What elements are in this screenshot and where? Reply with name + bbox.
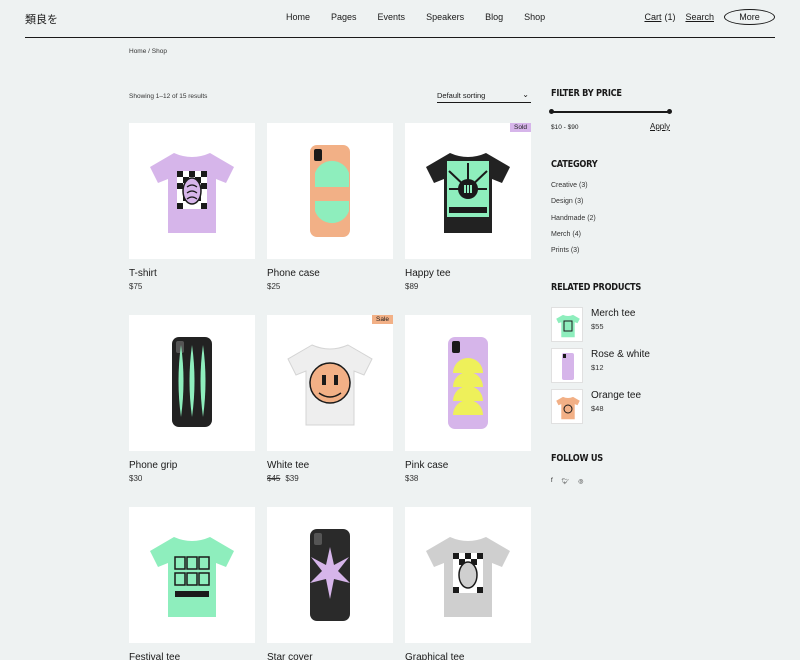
product-price: $89 — [405, 282, 419, 291]
product-name[interactable]: Festival tee — [129, 652, 255, 660]
site-logo[interactable]: 類良を — [25, 11, 58, 27]
product-image[interactable] — [129, 315, 255, 451]
category-item[interactable]: Handmade (2) — [551, 215, 596, 231]
lavender-tshirt-image — [150, 153, 234, 233]
nav-shop[interactable]: Shop — [524, 12, 545, 22]
related-product[interactable]: Merch tee $55 — [551, 307, 635, 342]
breadcrumb[interactable]: Home / Shop — [129, 48, 167, 55]
product-image[interactable] — [405, 507, 531, 643]
chevron-down-icon: ⌄ — [522, 90, 529, 99]
related-name[interactable]: Orange tee — [591, 390, 641, 401]
header-actions: Cart (1) Search More — [644, 9, 775, 25]
cart-count: (1) — [664, 12, 676, 22]
related-product[interactable]: Rose & white $12 — [551, 348, 650, 383]
product-image[interactable] — [405, 315, 531, 451]
product-image[interactable] — [267, 123, 393, 259]
sale-badge: Sale — [371, 315, 393, 324]
social-links: f 🐦︎ ◎ — [551, 478, 593, 485]
product-name[interactable]: Happy tee — [405, 268, 531, 279]
product-price: $45 $39 — [267, 474, 299, 483]
related-price: $55 — [591, 322, 604, 331]
product-image[interactable]: Sale — [267, 315, 393, 451]
more-button[interactable]: More — [724, 9, 775, 25]
main-nav: Home Pages Events Speakers Blog Shop — [286, 12, 545, 22]
facebook-icon[interactable]: f — [551, 478, 553, 485]
price-slider[interactable] — [549, 109, 672, 114]
product-card[interactable]: Graphical tee — [405, 507, 531, 660]
related-price: $48 — [591, 404, 604, 413]
related-price: $12 — [591, 363, 604, 372]
product-name[interactable]: Graphical tee — [405, 652, 531, 660]
product-name[interactable]: Phone case — [267, 268, 393, 279]
product-price: $38 — [405, 474, 419, 483]
related-thumb[interactable] — [551, 389, 583, 424]
price-slider-max-handle[interactable] — [667, 109, 672, 114]
product-name[interactable]: White tee — [267, 460, 393, 471]
twitter-icon[interactable]: 🐦︎ — [562, 478, 570, 485]
nav-blog[interactable]: Blog — [485, 12, 503, 22]
follow-us-heading: FOLLOW US — [551, 453, 603, 464]
product-card[interactable]: Phone grip $30 — [129, 315, 255, 483]
product-name[interactable]: Pink case — [405, 460, 531, 471]
product-price: $25 — [267, 282, 281, 291]
product-name[interactable]: Star cover — [267, 652, 393, 660]
star-cover-image — [310, 529, 350, 621]
peach-phone-case-image — [310, 145, 350, 237]
black-tee-image — [426, 153, 510, 233]
nav-speakers[interactable]: Speakers — [426, 12, 464, 22]
price-slider-min-handle[interactable] — [549, 109, 554, 114]
nav-events[interactable]: Events — [378, 12, 406, 22]
category-item[interactable]: Design (3) — [551, 198, 596, 214]
apply-button[interactable]: Apply — [650, 122, 670, 131]
product-card[interactable]: Sale White tee $45 $39 — [267, 315, 393, 483]
product-card[interactable]: Pink case $38 — [405, 315, 531, 483]
sold-badge: Sold — [509, 123, 531, 132]
product-card[interactable]: T-shirt $75 — [129, 123, 255, 291]
related-name[interactable]: Rose & white — [591, 349, 650, 360]
product-image[interactable]: Sold — [405, 123, 531, 259]
nav-home[interactable]: Home — [286, 12, 310, 22]
phone-grip-image — [172, 337, 212, 427]
related-product[interactable]: Orange tee $48 — [551, 389, 641, 424]
category-heading: CATEGORY — [551, 159, 598, 170]
product-image[interactable] — [267, 507, 393, 643]
instagram-icon[interactable]: ◎ — [578, 478, 583, 485]
related-thumb[interactable] — [551, 307, 583, 342]
related-name[interactable]: Merch tee — [591, 308, 635, 319]
results-count: Showing 1–12 of 15 results — [129, 93, 208, 100]
product-card[interactable]: Festival tee — [129, 507, 255, 660]
mint-tee-image — [150, 537, 234, 617]
white-tee-image — [287, 344, 373, 426]
old-price: $45 — [267, 474, 281, 483]
product-image[interactable] — [129, 507, 255, 643]
nav-pages[interactable]: Pages — [331, 12, 357, 22]
category-item[interactable]: Prints (3) — [551, 247, 596, 263]
product-name[interactable]: Phone grip — [129, 460, 255, 471]
product-card[interactable]: Sold Happy tee $89 — [405, 123, 531, 291]
category-list: Creative (3) Design (3) Handmade (2) Mer… — [551, 182, 596, 263]
search-link[interactable]: Search — [685, 12, 714, 22]
site-header: 類良を Home Pages Events Speakers Blog Shop… — [25, 0, 775, 38]
pink-case-image — [448, 337, 488, 429]
product-price: $30 — [129, 474, 143, 483]
product-image[interactable] — [129, 123, 255, 259]
product-card[interactable]: Star cover — [267, 507, 393, 660]
sorting-selected: Default sorting — [437, 91, 486, 100]
grey-tee-image — [426, 537, 510, 617]
filter-price-heading: FILTER BY PRICE — [551, 88, 622, 99]
product-card[interactable]: Phone case $25 — [267, 123, 393, 291]
related-products-heading: RELATED PRODUCTS — [551, 282, 642, 293]
price-range-label: $10 - $90 — [551, 124, 579, 131]
product-name[interactable]: T-shirt — [129, 268, 255, 279]
related-thumb[interactable] — [551, 348, 583, 383]
category-item[interactable]: Merch (4) — [551, 231, 596, 247]
sorting-select[interactable]: Default sorting ⌄ — [437, 90, 531, 103]
cart-link[interactable]: Cart — [644, 12, 661, 22]
category-item[interactable]: Creative (3) — [551, 182, 596, 198]
product-price: $75 — [129, 282, 143, 291]
